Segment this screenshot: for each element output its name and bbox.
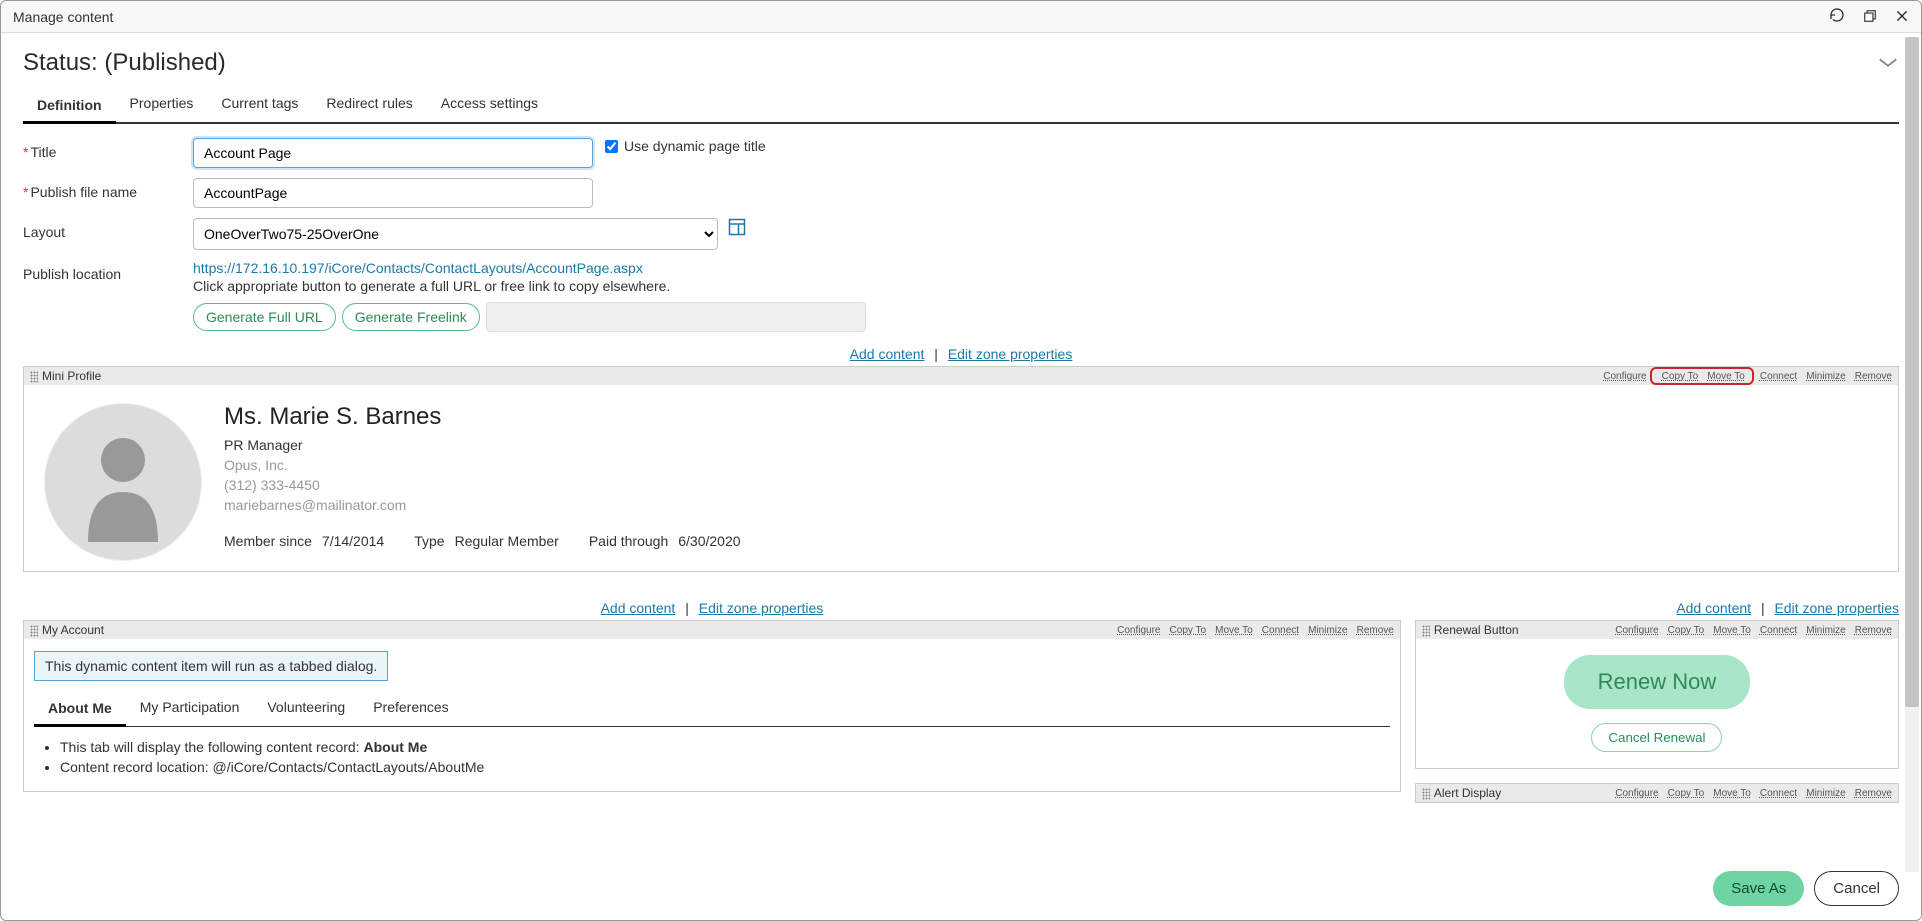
about-line-2: Content record location: @/iCore/Contact… bbox=[60, 759, 1384, 775]
publish-location-url[interactable]: https://172.16.10.197/iCore/Contacts/Con… bbox=[193, 260, 866, 276]
mini-profile-title: Mini Profile bbox=[42, 369, 101, 383]
mini-profile-panel: Mini Profile Configure Copy To Move To C… bbox=[23, 366, 1899, 572]
edit-zone-link-right[interactable]: Edit zone properties bbox=[1774, 600, 1899, 616]
remove-link[interactable]: Remove bbox=[1357, 625, 1394, 636]
sub-tab-preferences[interactable]: Preferences bbox=[359, 691, 462, 726]
publish-file-input[interactable] bbox=[193, 178, 593, 208]
about-line-1: This tab will display the following cont… bbox=[60, 739, 1384, 755]
connect-link[interactable]: Connect bbox=[1760, 788, 1797, 799]
avatar bbox=[44, 403, 202, 561]
layout-select[interactable]: OneOverTwo75-25OverOne bbox=[193, 218, 718, 250]
generate-freelink-button[interactable]: Generate Freelink bbox=[342, 303, 480, 331]
minimize-link[interactable]: Minimize bbox=[1308, 625, 1347, 636]
add-content-link-right[interactable]: Add content bbox=[1676, 600, 1751, 616]
profile-phone[interactable]: (312) 333-4450 bbox=[224, 477, 1878, 493]
tab-current-tags[interactable]: Current tags bbox=[207, 87, 312, 122]
connect-link[interactable]: Connect bbox=[1262, 625, 1299, 636]
title-label: *Title bbox=[23, 138, 193, 160]
refresh-icon[interactable] bbox=[1829, 7, 1845, 26]
drag-handle-icon[interactable] bbox=[1422, 625, 1430, 637]
connect-link[interactable]: Connect bbox=[1760, 625, 1797, 636]
drag-handle-icon[interactable] bbox=[30, 625, 38, 637]
profile-company[interactable]: Opus, Inc. bbox=[224, 457, 1878, 473]
generated-link-output bbox=[486, 302, 866, 332]
remove-link[interactable]: Remove bbox=[1855, 788, 1892, 799]
publish-location-label: Publish location bbox=[23, 260, 193, 282]
profile-email[interactable]: mariebarnes@mailinator.com bbox=[224, 497, 1878, 513]
profile-role: PR Manager bbox=[224, 437, 1878, 453]
drag-handle-icon[interactable] bbox=[1422, 788, 1430, 800]
renewal-panel-title: Renewal Button bbox=[1434, 623, 1519, 637]
sub-tab-volunteering[interactable]: Volunteering bbox=[253, 691, 359, 726]
copy-to-link[interactable]: Copy To bbox=[1668, 788, 1705, 799]
remove-link[interactable]: Remove bbox=[1855, 625, 1892, 636]
tab-redirect-rules[interactable]: Redirect rules bbox=[312, 87, 426, 122]
configure-link[interactable]: Configure bbox=[1603, 371, 1646, 382]
add-content-link-left[interactable]: Add content bbox=[601, 600, 676, 616]
dynamic-title-label: Use dynamic page title bbox=[624, 138, 766, 154]
move-to-link[interactable]: Move To bbox=[1707, 371, 1745, 382]
edit-zone-link-left[interactable]: Edit zone properties bbox=[699, 600, 824, 616]
title-bar: Manage content bbox=[1, 1, 1921, 33]
title-input[interactable] bbox=[193, 138, 593, 168]
move-to-link[interactable]: Move To bbox=[1713, 788, 1751, 799]
generate-full-url-button[interactable]: Generate Full URL bbox=[193, 303, 336, 331]
member-since-value: 7/14/2014 bbox=[322, 533, 384, 549]
tabbed-dialog-banner: This dynamic content item will run as a … bbox=[34, 651, 388, 681]
layout-label: Layout bbox=[23, 218, 193, 240]
renew-now-button[interactable]: Renew Now bbox=[1564, 655, 1751, 709]
connect-link[interactable]: Connect bbox=[1760, 371, 1797, 382]
layout-preview-icon[interactable] bbox=[728, 218, 746, 239]
tab-definition[interactable]: Definition bbox=[23, 89, 116, 124]
alert-panel-title: Alert Display bbox=[1434, 786, 1501, 800]
add-content-link[interactable]: Add content bbox=[850, 346, 925, 362]
minimize-link[interactable]: Minimize bbox=[1806, 371, 1845, 382]
edit-zone-link[interactable]: Edit zone properties bbox=[948, 346, 1073, 362]
drag-handle-icon[interactable] bbox=[30, 371, 38, 383]
close-icon[interactable] bbox=[1895, 9, 1909, 26]
alert-display-panel: Alert Display Configure Copy To Move To … bbox=[1415, 783, 1899, 803]
publish-location-hint: Click appropriate button to generate a f… bbox=[193, 278, 866, 294]
move-to-link[interactable]: Move To bbox=[1713, 625, 1751, 636]
renewal-panel: Renewal Button Configure Copy To Move To… bbox=[1415, 620, 1899, 769]
chevron-down-icon[interactable] bbox=[1877, 52, 1899, 75]
minimize-link[interactable]: Minimize bbox=[1806, 625, 1845, 636]
sub-tab-participation[interactable]: My Participation bbox=[126, 691, 254, 726]
save-as-button[interactable]: Save As bbox=[1713, 871, 1804, 906]
tab-properties[interactable]: Properties bbox=[116, 87, 208, 122]
member-type-value: Regular Member bbox=[455, 533, 559, 549]
remove-link[interactable]: Remove bbox=[1855, 371, 1892, 382]
cancel-button[interactable]: Cancel bbox=[1814, 871, 1899, 906]
paid-through-value: 6/30/2020 bbox=[678, 533, 740, 549]
publish-file-label: *Publish file name bbox=[23, 178, 193, 200]
copy-to-link[interactable]: Copy To bbox=[1668, 625, 1705, 636]
status-label: Status: (Published) bbox=[23, 49, 226, 77]
copy-to-link[interactable]: Copy To bbox=[1662, 371, 1699, 382]
my-account-title: My Account bbox=[42, 623, 104, 637]
tabs: Definition Properties Current tags Redir… bbox=[23, 87, 1899, 124]
profile-name: Ms. Marie S. Barnes bbox=[224, 403, 1878, 431]
maximize-icon[interactable] bbox=[1863, 9, 1877, 26]
window-title: Manage content bbox=[13, 9, 113, 25]
sub-tab-about-me[interactable]: About Me bbox=[34, 692, 126, 727]
move-to-link[interactable]: Move To bbox=[1215, 625, 1253, 636]
copy-to-link[interactable]: Copy To bbox=[1170, 625, 1207, 636]
configure-link[interactable]: Configure bbox=[1615, 788, 1658, 799]
cancel-renewal-button[interactable]: Cancel Renewal bbox=[1591, 723, 1722, 752]
configure-link[interactable]: Configure bbox=[1117, 625, 1160, 636]
tab-access-settings[interactable]: Access settings bbox=[427, 87, 552, 122]
dynamic-title-checkbox[interactable] bbox=[605, 140, 618, 153]
minimize-link[interactable]: Minimize bbox=[1806, 788, 1845, 799]
configure-link[interactable]: Configure bbox=[1615, 625, 1658, 636]
my-account-panel: My Account Configure Copy To Move To Con… bbox=[23, 620, 1401, 792]
